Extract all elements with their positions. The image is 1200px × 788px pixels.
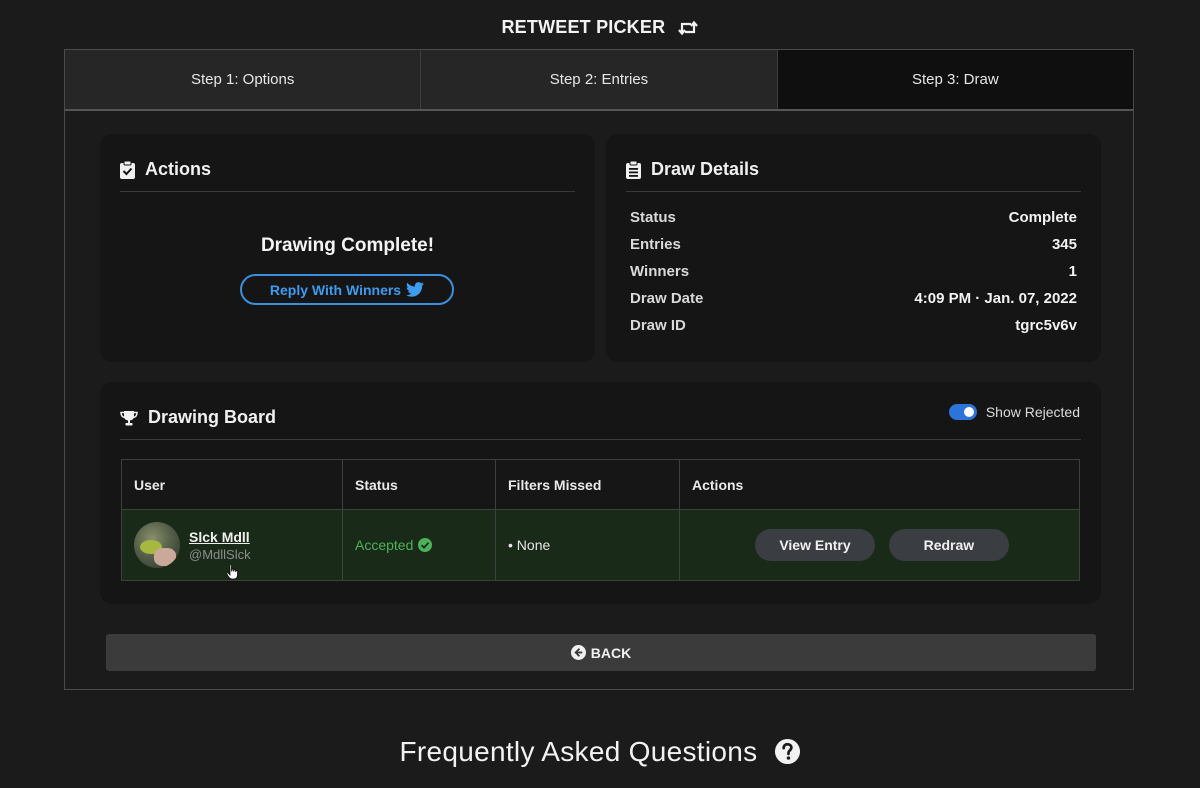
drawing-board-card: Drawing Board Show Rejected User Status … (100, 382, 1101, 604)
detail-value: 345 (1051, 236, 1077, 253)
step-tabs: Step 1: Options Step 2: Entries Step 3: … (65, 50, 1133, 111)
detail-key: Entries (630, 236, 681, 253)
user-name-link[interactable]: Slck Mdll (189, 529, 251, 545)
table-header-row: User Status Filters Missed Actions (121, 459, 1080, 510)
hand-cursor-icon (226, 564, 238, 580)
column-header-user: User (121, 459, 343, 510)
draw-details-header: Draw Details (626, 148, 1081, 192)
drawing-complete-message: Drawing Complete! (260, 235, 435, 256)
faq-heading: Frequently Asked Questions (0, 736, 1200, 768)
table-row: Slck Mdll @MdllSlck Accepted • None View… (121, 509, 1080, 581)
drawing-board-table: User Status Filters Missed Actions Slck … (121, 459, 1080, 581)
detail-row-status: Status Complete (630, 209, 1077, 236)
detail-row-draw-date: Draw Date 4:09 PM · Jan. 07, 2022 (630, 290, 1077, 317)
user-cell: Slck Mdll @MdllSlck (121, 509, 343, 581)
status-accepted: Accepted (355, 537, 483, 553)
detail-value: tgrc5v6v (1015, 317, 1077, 334)
user-handle: @MdllSlck (189, 546, 251, 562)
view-entry-button[interactable]: View Entry (755, 529, 875, 561)
faq-heading-text: Frequently Asked Questions (399, 736, 758, 767)
drawing-board-title: Drawing Board (148, 407, 277, 427)
draw-details-list: Status Complete Entries 345 Winners 1 Dr… (630, 209, 1077, 344)
column-header-actions: Actions (679, 459, 1080, 510)
user-info: Slck Mdll @MdllSlck (189, 529, 251, 562)
picker-panel: Step 1: Options Step 2: Entries Step 3: … (64, 49, 1134, 690)
twitter-icon (406, 282, 425, 297)
actions-card-title: Actions (145, 159, 212, 179)
drawing-board-header: Drawing Board (120, 396, 1081, 440)
detail-row-draw-id: Draw ID tgrc5v6v (630, 317, 1077, 344)
detail-row-entries: Entries 345 (630, 236, 1077, 263)
app-title-text: RETWEET PICKER (501, 17, 666, 37)
detail-key: Draw Date (630, 290, 704, 307)
arrow-circle-left-icon (570, 645, 586, 660)
show-rejected-toggle[interactable]: Show Rejected (948, 404, 1080, 420)
detail-value: Complete (1008, 209, 1077, 226)
back-button[interactable]: BACK (106, 634, 1096, 671)
show-rejected-label: Show Rejected (985, 404, 1080, 420)
detail-key: Status (630, 209, 676, 226)
actions-cell: View Entry Redraw (679, 509, 1080, 581)
detail-key: Draw ID (630, 317, 686, 334)
column-header-status: Status (342, 459, 496, 510)
filters-missed-cell: • None (495, 509, 680, 581)
status-text: Accepted (355, 537, 414, 553)
check-circle-icon (418, 538, 433, 552)
question-circle-icon[interactable] (774, 738, 801, 765)
app-title: RETWEET PICKER (0, 17, 1200, 41)
avatar[interactable] (134, 522, 180, 568)
detail-value: 4:09 PM · Jan. 07, 2022 (914, 290, 1077, 307)
tab-step-entries[interactable]: Step 2: Entries (421, 50, 778, 109)
draw-details-card: Draw Details Status Complete Entries 345… (606, 134, 1101, 362)
reply-with-winners-label: Reply With Winners (269, 281, 402, 298)
retweet-icon (677, 20, 699, 41)
draw-details-title: Draw Details (651, 159, 760, 179)
tab-step-draw[interactable]: Step 3: Draw (777, 50, 1133, 109)
column-header-filters-missed: Filters Missed (495, 459, 680, 510)
status-cell: Accepted (342, 509, 496, 581)
tab-step-options[interactable]: Step 1: Options (65, 50, 422, 109)
actions-card: Actions Drawing Complete! Reply With Win… (100, 134, 595, 362)
actions-card-header: Actions (120, 148, 575, 192)
back-label: BACK (590, 644, 632, 661)
clipboard-list-icon (626, 160, 641, 179)
detail-row-winners: Winners 1 (630, 263, 1077, 290)
detail-key: Winners (630, 263, 690, 280)
detail-value: 1 (1068, 263, 1077, 280)
trophy-icon (120, 410, 138, 425)
toggle-switch[interactable] (948, 404, 977, 420)
clipboard-check-icon (120, 160, 135, 179)
redraw-button[interactable]: Redraw (888, 529, 1009, 561)
reply-with-winners-button[interactable]: Reply With Winners (240, 274, 454, 305)
